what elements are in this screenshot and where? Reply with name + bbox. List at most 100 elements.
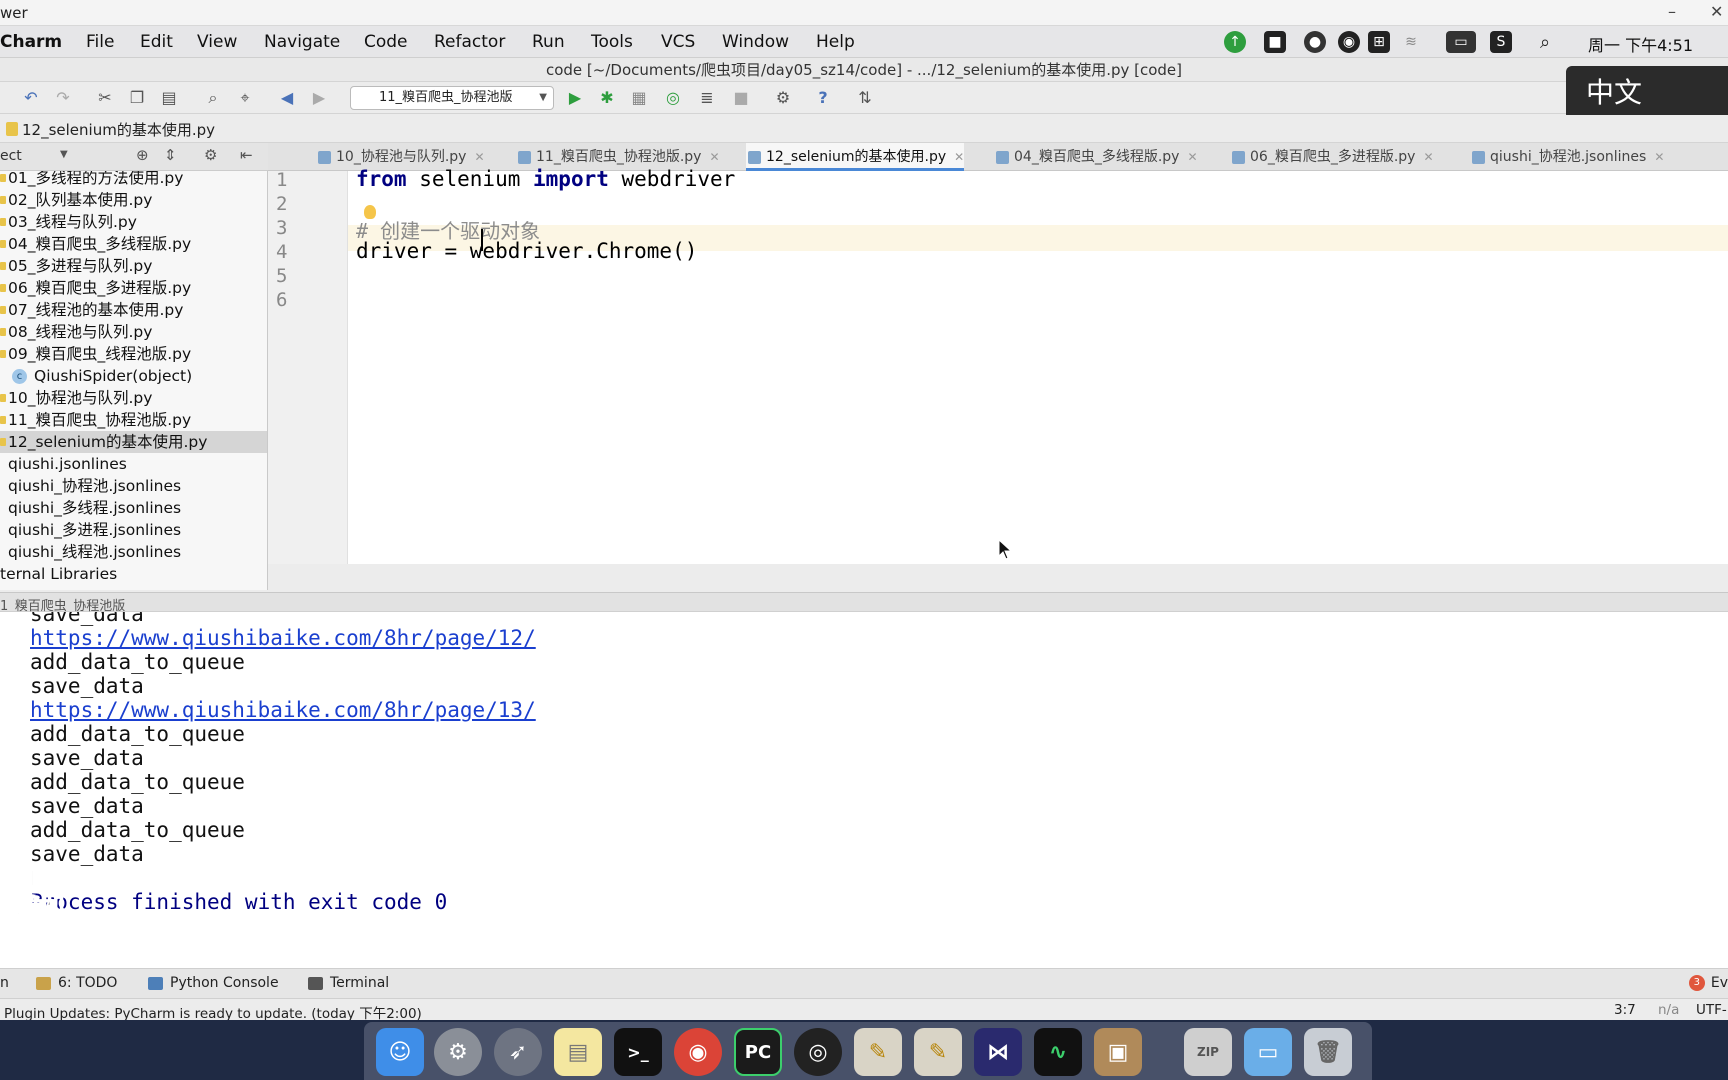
close-icon[interactable]: ✕ <box>474 150 484 164</box>
menu-help[interactable]: Help <box>816 32 855 52</box>
close-icon[interactable]: ✕ <box>1187 150 1197 164</box>
notes-icon[interactable]: ▤ <box>554 1028 602 1076</box>
run-output[interactable]: save_data https://www.qiushibaike.com/8h… <box>0 612 1728 968</box>
close-icon[interactable]: ✕ <box>1423 150 1433 164</box>
tree-item[interactable]: 03_线程与队列.py <box>0 211 267 233</box>
back-icon[interactable]: ◀ <box>276 87 298 109</box>
vcs-icon[interactable]: ⇅ <box>854 87 876 109</box>
menu-navigate[interactable]: Navigate <box>264 32 340 52</box>
code-editor[interactable]: from selenium import webdriver # 创建一个驱动对… <box>348 167 1728 564</box>
project-view-select[interactable]: ect <box>0 148 22 164</box>
cut-icon[interactable]: ✂ <box>94 87 116 109</box>
sync-icon[interactable]: S <box>1490 31 1512 53</box>
tree-item[interactable]: 08_线程池与队列.py <box>0 321 267 343</box>
document-icon[interactable]: ✎ <box>854 1028 902 1076</box>
paste-icon[interactable]: ▤ <box>158 87 180 109</box>
tree-item[interactable]: 05_多进程与队列.py <box>0 255 267 277</box>
finder-icon[interactable]: ☺ <box>376 1028 424 1076</box>
folder-icon[interactable]: ▭ <box>1244 1028 1292 1076</box>
menu-refactor[interactable]: Refactor <box>434 32 505 52</box>
battery-icon[interactable]: ▭ <box>1446 31 1476 53</box>
launchpad-icon[interactable]: ➶ <box>494 1028 542 1076</box>
close-icon[interactable]: ✕ <box>1654 150 1664 164</box>
menu-file[interactable]: File <box>86 32 114 52</box>
tree-item[interactable]: qiushi.jsonlines <box>0 453 267 475</box>
replace-icon[interactable]: ⌖ <box>234 87 256 109</box>
terminal-tool-tab[interactable]: Terminal <box>308 975 389 991</box>
tab-06[interactable]: 06_糗百爬虫_多进程版.py ✕ <box>1230 143 1434 171</box>
redo-icon[interactable]: ↷ <box>52 87 74 109</box>
tree-item[interactable]: 11_糗百爬虫_协程池版.py <box>0 409 267 431</box>
run-tool-tab[interactable]: n <box>0 975 9 991</box>
tree-item[interactable]: qiushi_多进程.jsonlines <box>0 519 267 541</box>
todo-tool-tab[interactable]: 6: TODO <box>36 975 117 991</box>
run-configuration-select[interactable]: 11_糗百爬虫_协程池版 ▼ <box>350 86 554 110</box>
concurrency-icon[interactable]: ≣ <box>696 87 718 109</box>
vscode-icon[interactable]: ⋈ <box>974 1028 1022 1076</box>
close-icon[interactable]: ✕ <box>709 150 719 164</box>
stop-icon[interactable]: ■ <box>730 87 752 109</box>
document-icon[interactable]: ✎ <box>914 1028 962 1076</box>
network-icon[interactable]: ● <box>1304 31 1326 53</box>
tree-item[interactable]: 10_协程池与队列.py <box>0 387 267 409</box>
system-preferences-icon[interactable]: ⚙ <box>434 1028 482 1076</box>
profile-icon[interactable]: ◎ <box>662 87 684 109</box>
menu-code[interactable]: Code <box>364 32 408 52</box>
python-console-tool-tab[interactable]: Python Console <box>148 975 279 991</box>
menu-run[interactable]: Run <box>532 32 565 52</box>
grid-icon[interactable]: ⊞ <box>1368 31 1390 53</box>
tree-item-selected[interactable]: 12_selenium的基本使用.py <box>0 431 267 453</box>
pycharm-icon[interactable]: PC <box>734 1028 782 1076</box>
wifi-icon[interactable]: ≋ <box>1400 31 1422 53</box>
obs-icon[interactable]: ◎ <box>794 1028 842 1076</box>
archive-utility-icon[interactable]: ▣ <box>1094 1028 1142 1076</box>
tree-item[interactable]: 06_糗百爬虫_多进程版.py <box>0 277 267 299</box>
search-icon[interactable]: ⌕ <box>1534 31 1556 53</box>
tab-04[interactable]: 04_糗百爬虫_多线程版.py ✕ <box>994 143 1198 171</box>
close-icon[interactable]: ✕ <box>954 150 964 164</box>
tree-item[interactable]: 01_多线程的方法使用.py <box>0 171 267 189</box>
caret-position[interactable]: 3:7 <box>1614 1002 1636 1018</box>
coverage-icon[interactable]: ▦ <box>628 87 650 109</box>
minimize-icon[interactable]: – <box>1668 2 1676 21</box>
recorder-icon[interactable]: ◉ <box>1338 31 1360 53</box>
chevron-down-icon[interactable]: ▼ <box>60 149 68 160</box>
menu-vcs[interactable]: VCS <box>661 32 695 52</box>
find-icon[interactable]: ⌕ <box>202 87 224 109</box>
output-link[interactable]: https://www.qiushibaike.com/8hr/page/12/ <box>30 626 536 650</box>
tree-item[interactable]: qiushi_多线程.jsonlines <box>0 497 267 519</box>
tree-item[interactable]: 09_糗百爬虫_线程池版.py <box>0 343 267 365</box>
collapse-icon[interactable]: ⇕ <box>164 146 177 164</box>
tree-item[interactable]: 02_队列基本使用.py <box>0 189 267 211</box>
clock[interactable]: 周一 下午4:51 <box>1588 32 1693 56</box>
tree-item[interactable]: 07_线程池的基本使用.py <box>0 299 267 321</box>
menu-app[interactable]: Charm <box>0 32 62 52</box>
copy-icon[interactable]: ❐ <box>126 87 148 109</box>
file-encoding[interactable]: UTF- <box>1696 1002 1727 1018</box>
menu-window[interactable]: Window <box>722 32 789 52</box>
menu-tools[interactable]: Tools <box>591 32 633 52</box>
tree-item[interactable]: 04_糗百爬虫_多线程版.py <box>0 233 267 255</box>
chrome-icon[interactable]: ◉ <box>674 1028 722 1076</box>
trash-icon[interactable]: 🗑 <box>1304 1028 1352 1076</box>
line-separator[interactable]: n/a <box>1658 1002 1679 1018</box>
debug-icon[interactable]: ✱ <box>596 87 618 109</box>
forward-icon[interactable]: ▶ <box>308 87 330 109</box>
settings-icon[interactable]: ⚙ <box>772 87 794 109</box>
undo-icon[interactable]: ↶ <box>20 87 42 109</box>
terminal-icon[interactable]: >_ <box>614 1028 662 1076</box>
tree-item-class[interactable]: c QiushiSpider(object) <box>0 365 267 387</box>
bookmark-icon[interactable]: ■ <box>1264 31 1286 53</box>
output-link[interactable]: https://www.qiushibaike.com/8hr/page/13/ <box>30 698 536 722</box>
menu-edit[interactable]: Edit <box>140 32 173 52</box>
upload-icon[interactable]: ↑ <box>1224 31 1246 53</box>
tree-item[interactable]: qiushi_线程池.jsonlines <box>0 541 267 563</box>
event-log-tool-tab[interactable]: Ev <box>1688 975 1728 991</box>
hide-panel-icon[interactable]: ⇤ <box>240 146 253 164</box>
tab-jsonlines[interactable]: qiushi_协程池.jsonlines ✕ <box>1470 143 1664 171</box>
activity-monitor-icon[interactable]: ∿ <box>1034 1028 1082 1076</box>
breadcrumb-file[interactable]: 12_selenium的基本使用.py <box>6 119 215 140</box>
tree-item-external-libraries[interactable]: ternal Libraries <box>0 563 267 585</box>
run-icon[interactable]: ▶ <box>564 87 586 109</box>
gear-icon[interactable]: ⚙ <box>204 146 217 164</box>
